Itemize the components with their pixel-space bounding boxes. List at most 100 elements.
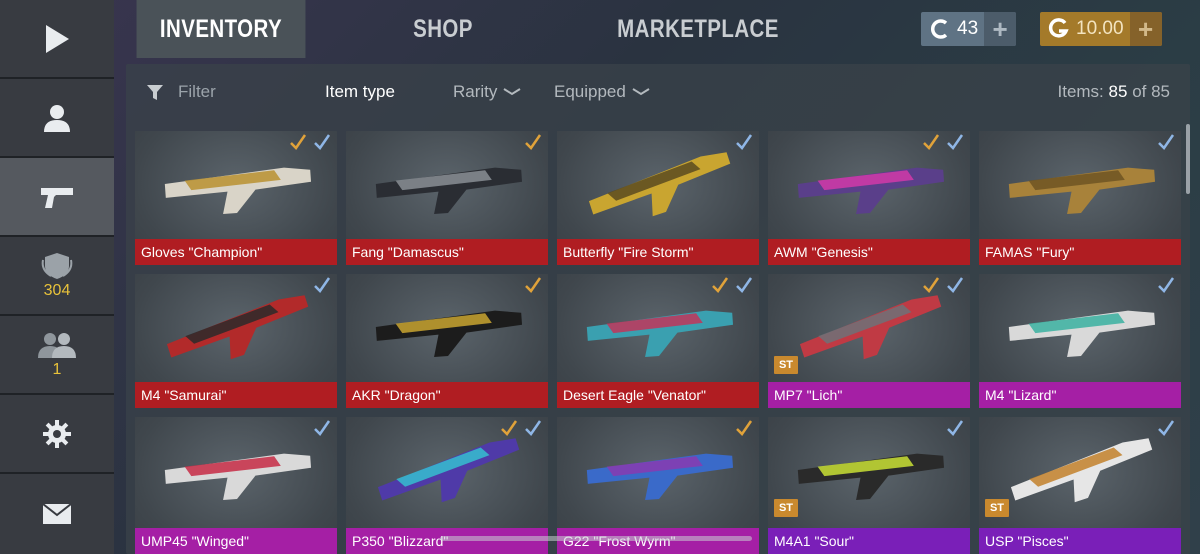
item-name: G22 "Frost Wyrm": [557, 528, 759, 554]
stattrack-badge: ST: [774, 499, 798, 517]
horizontal-scroll-indicator[interactable]: [440, 536, 752, 541]
equipped-team-a-check-icon: [290, 134, 307, 150]
equipped-team-a-check-icon: [712, 277, 729, 293]
play-icon: [46, 24, 69, 53]
items-counter: Items: 85 of 85: [1058, 82, 1171, 102]
item-card[interactable]: AWM "Genesis": [768, 131, 970, 265]
add-gold-button[interactable]: +: [1129, 12, 1162, 46]
item-card[interactable]: ST MP7 "Lich": [768, 274, 970, 408]
filter-button[interactable]: Filter: [146, 82, 216, 102]
profile-icon: [44, 104, 70, 132]
sidebar-item-settings[interactable]: [0, 395, 114, 474]
item-name: P350 "Blizzard": [346, 528, 548, 554]
top-bar: INVENTORY SHOP MARKETPLACE 43 + 10.00 +: [118, 0, 1200, 58]
app-window: 304 1 INVENTORY SHOP MARKETPLACE 43 + 10…: [0, 0, 1200, 554]
item-name: Gloves "Champion": [135, 239, 337, 265]
sidebar-item-friends[interactable]: 1: [0, 316, 114, 395]
tab-inventory[interactable]: INVENTORY: [136, 0, 306, 58]
item-card[interactable]: Desert Eagle "Venator": [557, 274, 759, 408]
item-name: M4 "Lizard": [979, 382, 1181, 408]
item-card[interactable]: Fang "Damascus": [346, 131, 548, 265]
item-name: Butterfly "Fire Storm": [557, 239, 759, 265]
item-card[interactable]: ST USP "Pisces": [979, 417, 1181, 554]
stattrack-badge: ST: [985, 499, 1009, 517]
mail-icon: [42, 503, 72, 524]
item-image: [1008, 310, 1156, 357]
item-card[interactable]: Gloves "Champion": [135, 131, 337, 265]
filter-bar: Filter Item type Rarity Equipped Items: …: [126, 64, 1190, 120]
item-card[interactable]: UMP45 "Winged": [135, 417, 337, 554]
rank-shield-icon: [41, 252, 73, 279]
item-name: M4 "Samurai": [135, 382, 337, 408]
vertical-scrollbar[interactable]: [1186, 124, 1190, 194]
sidebar-item-profile[interactable]: [0, 79, 114, 158]
equipped-team-a-check-icon: [736, 420, 753, 436]
item-card[interactable]: M4 "Lizard": [979, 274, 1181, 408]
item-name: MP7 "Lich": [768, 382, 970, 408]
rarity-label: Rarity: [453, 82, 498, 101]
rank-count: 304: [43, 281, 71, 299]
items-label: Items:: [1057, 82, 1104, 101]
equipped-team-b-check-icon: [1158, 420, 1175, 436]
equipped-team-b-check-icon: [525, 420, 542, 436]
item-name: M4A1 "Sour": [768, 528, 970, 554]
sidebar-item-play[interactable]: [0, 0, 114, 79]
item-image: [586, 453, 734, 500]
item-type-dropdown[interactable]: Item type: [325, 82, 395, 102]
equipped-team-a-check-icon: [923, 277, 940, 293]
equipped-team-a-check-icon: [525, 134, 542, 150]
equipped-team-a-check-icon: [525, 277, 542, 293]
item-name: AWM "Genesis": [768, 239, 970, 265]
chevron-down-icon: [632, 88, 650, 96]
item-card[interactable]: M4 "Samurai": [135, 274, 337, 408]
equipped-team-b-check-icon: [1158, 277, 1175, 293]
credit-coin-icon: [930, 19, 948, 39]
tab-marketplace[interactable]: MARKETPLACE: [616, 0, 780, 58]
item-card[interactable]: P350 "Blizzard": [346, 417, 548, 554]
item-image: [164, 453, 312, 500]
equipped-team-a-check-icon: [501, 420, 518, 436]
add-credits-button[interactable]: +: [984, 12, 1017, 46]
item-name: Desert Eagle "Venator": [557, 382, 759, 408]
inventory-panel: Filter Item type Rarity Equipped Items: …: [126, 64, 1190, 554]
item-image: [588, 152, 731, 217]
credits-amount: 43: [957, 18, 979, 39]
rarity-dropdown[interactable]: Rarity: [453, 82, 521, 102]
friends-count: 1: [52, 360, 62, 378]
item-card[interactable]: FAMAS "Fury": [979, 131, 1181, 265]
equipped-team-b-check-icon: [736, 134, 753, 150]
item-card[interactable]: G22 "Frost Wyrm": [557, 417, 759, 554]
item-image: [1008, 167, 1156, 214]
item-image: [797, 453, 945, 500]
sidebar-item-rank[interactable]: 304: [0, 237, 114, 316]
items-total: of 85: [1132, 82, 1170, 101]
equipped-team-a-check-icon: [923, 134, 940, 150]
friends-icon: [38, 332, 76, 358]
item-image: [1010, 438, 1153, 503]
item-card[interactable]: Butterfly "Fire Storm": [557, 131, 759, 265]
gear-icon: [43, 419, 71, 448]
pistol-icon: [41, 187, 73, 208]
item-name: UMP45 "Winged": [135, 528, 337, 554]
equipped-team-b-check-icon: [947, 420, 964, 436]
equipped-team-b-check-icon: [314, 134, 331, 150]
gold-balance: 10.00 +: [1040, 12, 1162, 46]
equipped-team-b-check-icon: [1158, 134, 1175, 150]
sidebar-item-mail[interactable]: [0, 474, 114, 554]
item-card[interactable]: ST M4A1 "Sour": [768, 417, 970, 554]
equipped-team-b-check-icon: [314, 277, 331, 293]
funnel-icon: [147, 85, 163, 100]
equipped-team-b-check-icon: [947, 134, 964, 150]
tab-shop[interactable]: SHOP: [373, 0, 512, 58]
equipped-team-b-check-icon: [947, 277, 964, 293]
item-name: FAMAS "Fury": [979, 239, 1181, 265]
item-card[interactable]: AKR "Dragon": [346, 274, 548, 408]
sidebar-item-inventory[interactable]: [0, 158, 114, 237]
filter-label: Filter: [178, 82, 216, 101]
equipped-dropdown[interactable]: Equipped: [554, 82, 650, 102]
item-name: AKR "Dragon": [346, 382, 548, 408]
item-image: [166, 295, 309, 360]
equipped-team-b-check-icon: [736, 277, 753, 293]
credits-balance: 43 +: [921, 12, 1017, 46]
gold-amount: 10.00: [1076, 18, 1124, 39]
